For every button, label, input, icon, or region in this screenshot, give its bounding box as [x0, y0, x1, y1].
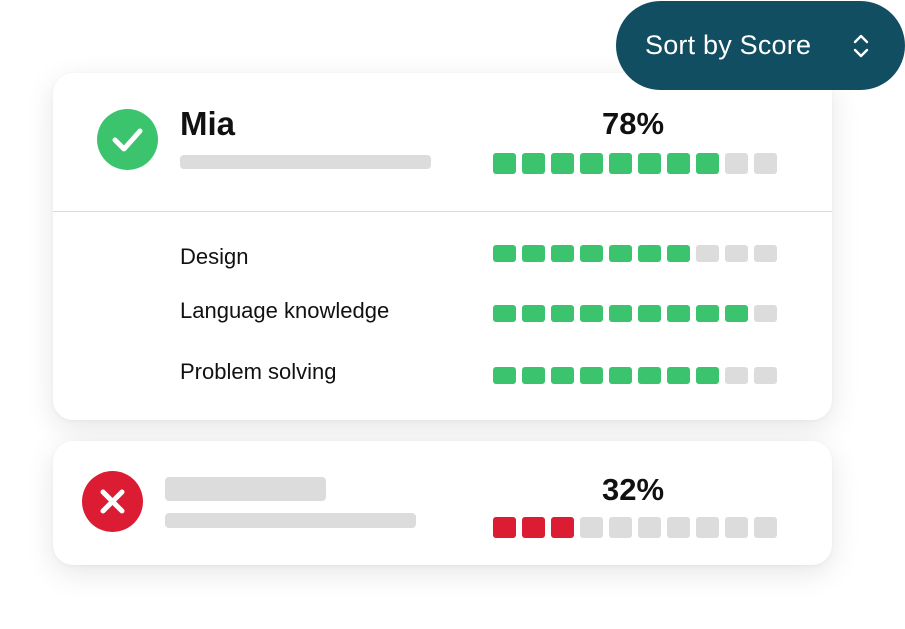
bar-segment-empty	[754, 245, 777, 262]
fail-status-badge	[82, 471, 143, 532]
checkmark-icon	[112, 128, 143, 152]
bar-segment-filled	[580, 305, 603, 322]
bar-segment-empty	[754, 367, 777, 384]
candidate-card-mia[interactable]: Mia 78% Design Language knowledge Proble…	[53, 73, 832, 420]
overall-score-bar	[493, 153, 777, 174]
bar-segment-filled	[609, 367, 632, 384]
bar-segment-filled	[493, 517, 516, 538]
bar-segment-filled	[580, 245, 603, 262]
bar-segment-empty	[667, 517, 690, 538]
skill-label-language-knowledge: Language knowledge	[180, 298, 390, 323]
bar-segment-filled	[522, 245, 545, 262]
bar-segment-filled	[522, 153, 545, 174]
bar-segment-filled	[638, 153, 661, 174]
bar-segment-filled	[551, 153, 574, 174]
bar-segment-filled	[609, 153, 632, 174]
bar-segment-empty	[638, 517, 661, 538]
bar-segment-empty	[754, 305, 777, 322]
bar-segment-empty	[609, 517, 632, 538]
card-divider	[53, 211, 832, 212]
bar-segment-filled	[493, 245, 516, 262]
x-icon	[100, 489, 125, 514]
candidate-card-2[interactable]: 32%	[53, 441, 832, 565]
bar-segment-filled	[696, 367, 719, 384]
bar-segment-filled	[638, 245, 661, 262]
candidate-name: Mia	[180, 105, 236, 142]
overall-score-label: 32%	[601, 472, 665, 507]
bar-segment-filled	[551, 517, 574, 538]
candidate-subtitle-placeholder	[165, 513, 416, 528]
bar-segment-filled	[522, 517, 545, 538]
sort-button-label: Sort by Score	[645, 30, 812, 60]
bar-segment-filled	[725, 305, 748, 322]
overall-score-label: 78%	[601, 106, 665, 141]
bar-segment-empty	[725, 517, 748, 538]
pass-status-badge	[97, 109, 158, 170]
skill-bar-problem-solving	[493, 367, 777, 384]
candidate-subtitle-placeholder	[180, 155, 431, 169]
bar-segment-empty	[696, 245, 719, 262]
sort-updown-icon	[853, 34, 869, 58]
bar-segment-filled	[609, 305, 632, 322]
bar-segment-filled	[667, 305, 690, 322]
bar-segment-filled	[667, 367, 690, 384]
sort-by-score-button[interactable]: Sort by Score	[616, 1, 905, 90]
bar-segment-filled	[580, 367, 603, 384]
bar-segment-empty	[754, 517, 777, 538]
bar-segment-filled	[696, 153, 719, 174]
bar-segment-empty	[580, 517, 603, 538]
bar-segment-filled	[493, 305, 516, 322]
skill-bar-design	[493, 245, 777, 262]
skill-label-problem-solving: Problem solving	[180, 359, 337, 384]
overall-score-bar	[493, 517, 777, 538]
bar-segment-empty	[725, 367, 748, 384]
bar-segment-filled	[638, 367, 661, 384]
bar-segment-empty	[754, 153, 777, 174]
bar-segment-filled	[696, 305, 719, 322]
bar-segment-filled	[493, 367, 516, 384]
bar-segment-filled	[667, 153, 690, 174]
bar-segment-filled	[551, 245, 574, 262]
skill-bar-language-knowledge	[493, 305, 777, 322]
bar-segment-filled	[522, 367, 545, 384]
bar-segment-filled	[609, 245, 632, 262]
bar-segment-empty	[725, 153, 748, 174]
bar-segment-filled	[493, 153, 516, 174]
skill-label-design: Design	[180, 244, 249, 269]
bar-segment-filled	[580, 153, 603, 174]
bar-segment-filled	[667, 245, 690, 262]
bar-segment-filled	[522, 305, 545, 322]
candidate-name-placeholder	[165, 477, 326, 501]
bar-segment-filled	[551, 305, 574, 322]
bar-segment-empty	[725, 245, 748, 262]
bar-segment-filled	[551, 367, 574, 384]
bar-segment-filled	[638, 305, 661, 322]
bar-segment-empty	[696, 517, 719, 538]
